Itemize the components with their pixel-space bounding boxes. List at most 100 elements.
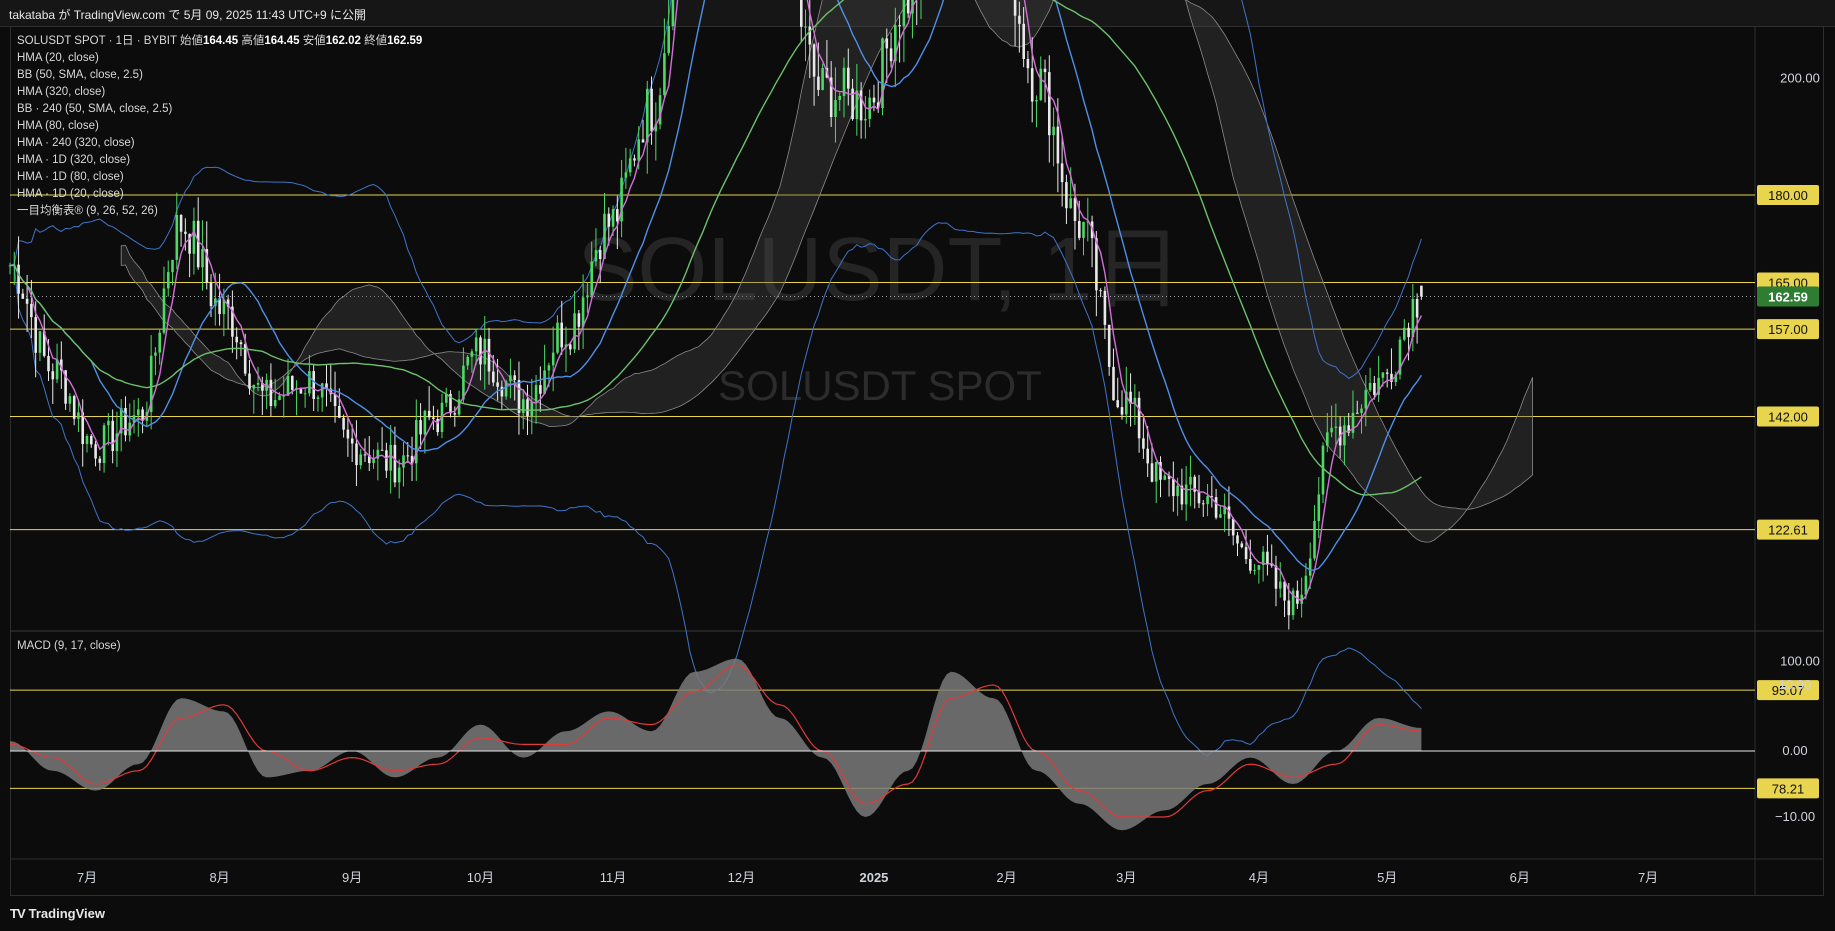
- candle-body: [530, 401, 534, 417]
- candle-body: [25, 298, 29, 304]
- macd-title[interactable]: MACD (9, 17, close): [17, 640, 121, 652]
- candle-body: [1142, 438, 1145, 449]
- candle-body: [350, 438, 354, 444]
- candle-body: [1013, 0, 1017, 16]
- candle-body: [1065, 182, 1068, 209]
- candle-body: [1099, 290, 1102, 292]
- candle-body: [569, 344, 572, 350]
- candle-body: [406, 455, 410, 457]
- candle-body: [1287, 600, 1291, 616]
- candle-body: [800, 0, 803, 27]
- candle-body: [663, 53, 666, 96]
- candle-body: [1154, 462, 1158, 482]
- candle-body: [154, 352, 157, 356]
- candle-body: [363, 454, 367, 456]
- candle-body: [889, 48, 893, 62]
- macd-area: [10, 658, 1422, 831]
- candle-body: [1313, 521, 1316, 559]
- indicator-legend-item[interactable]: BB · 240 (50, SMA, close, 2.5): [17, 101, 422, 118]
- candle-body: [291, 375, 294, 390]
- candle-body: [821, 68, 824, 90]
- candle-body: [380, 449, 384, 451]
- candle-body: [474, 337, 478, 352]
- candle-body: [94, 444, 97, 459]
- candle-body: [1407, 327, 1410, 338]
- candle-body: [641, 139, 645, 143]
- candle-body: [1231, 518, 1235, 536]
- candle-body: [539, 385, 542, 394]
- indicator-legend-item[interactable]: 一目均衡表® (9, 26, 52, 26): [17, 203, 422, 220]
- candle-body: [1202, 503, 1205, 505]
- candle-body: [479, 337, 482, 365]
- candle-body: [397, 467, 401, 483]
- candle-body: [1360, 408, 1363, 413]
- indicator-legend-item[interactable]: HMA (80, close): [17, 118, 422, 135]
- candle-body: [1052, 126, 1055, 136]
- high-label: 高値: [241, 35, 265, 47]
- candle-body: [124, 408, 127, 436]
- candle-body: [175, 215, 179, 260]
- candle-body: [303, 393, 307, 395]
- indicator-legend-item[interactable]: BB (50, SMA, close, 2.5): [17, 67, 422, 84]
- time-axis-label: 5月: [1377, 870, 1397, 885]
- macd-tick-label: 10.00: [1779, 677, 1812, 692]
- candle-body: [1364, 390, 1368, 409]
- candle-body: [1308, 558, 1312, 576]
- candle-body: [1214, 497, 1218, 518]
- candle-body: [628, 158, 632, 173]
- candle-body: [98, 458, 102, 463]
- indicator-legend-item[interactable]: HMA (320, close): [17, 84, 422, 101]
- candle-body: [616, 209, 619, 222]
- candle-body: [1317, 494, 1321, 521]
- candle-body: [359, 454, 362, 466]
- candle-body: [1078, 221, 1081, 238]
- candle-body: [333, 394, 337, 406]
- candle-body: [239, 342, 243, 345]
- time-axis-label: 12月: [728, 870, 755, 885]
- candle-body: [470, 351, 474, 357]
- candle-body: [1236, 535, 1239, 544]
- candle-body: [624, 172, 628, 178]
- candle-body: [184, 231, 187, 234]
- indicator-legend-item[interactable]: HMA · 1D (20, close): [17, 186, 422, 203]
- candle-body: [427, 410, 431, 418]
- candle-body: [389, 444, 392, 471]
- candle-body: [560, 322, 563, 348]
- indicator-legend-item[interactable]: HMA · 1D (320, close): [17, 152, 422, 169]
- candle-body: [1334, 426, 1338, 428]
- candle-body: [517, 380, 521, 413]
- candle-body: [496, 382, 499, 387]
- candle-body: [586, 295, 589, 298]
- candle-body: [598, 250, 602, 259]
- candle-body: [385, 450, 388, 471]
- macd-pane: [9, 658, 1755, 831]
- candle-body: [252, 384, 256, 389]
- candle-body: [107, 420, 110, 426]
- candle-body: [1176, 485, 1179, 497]
- candle-body: [834, 100, 837, 117]
- tradingview-logo[interactable]: TV TradingView: [10, 906, 105, 921]
- candle-body: [1253, 569, 1256, 571]
- tradingview-logo-icon: TV: [10, 906, 26, 921]
- candle-body: [1120, 407, 1124, 415]
- current-price-label: 162.59: [1768, 290, 1808, 305]
- candle-body: [1415, 299, 1419, 318]
- candle-body: [1150, 463, 1154, 482]
- symbol-line: SOLUSDT SPOT · 1日 · BYBIT: [17, 35, 177, 47]
- indicator-legend-item[interactable]: HMA · 1D (80, close): [17, 169, 422, 186]
- time-axis-label: 3月: [1116, 870, 1136, 885]
- candle-body: [1219, 514, 1222, 518]
- candle-body: [17, 264, 20, 294]
- indicator-legend-item[interactable]: HMA (20, close): [17, 50, 422, 67]
- candle-body: [273, 400, 277, 406]
- candle-body: [1026, 59, 1030, 69]
- indicator-legend-item[interactable]: HMA · 240 (320, close): [17, 135, 422, 152]
- candle-body: [1321, 445, 1325, 495]
- candle-body: [872, 97, 876, 103]
- candle-body: [1018, 15, 1021, 24]
- candle-body: [1043, 68, 1047, 73]
- candle-body: [1035, 100, 1038, 102]
- candle-body: [453, 413, 457, 415]
- candle-body: [513, 375, 516, 380]
- candle-body: [72, 396, 76, 419]
